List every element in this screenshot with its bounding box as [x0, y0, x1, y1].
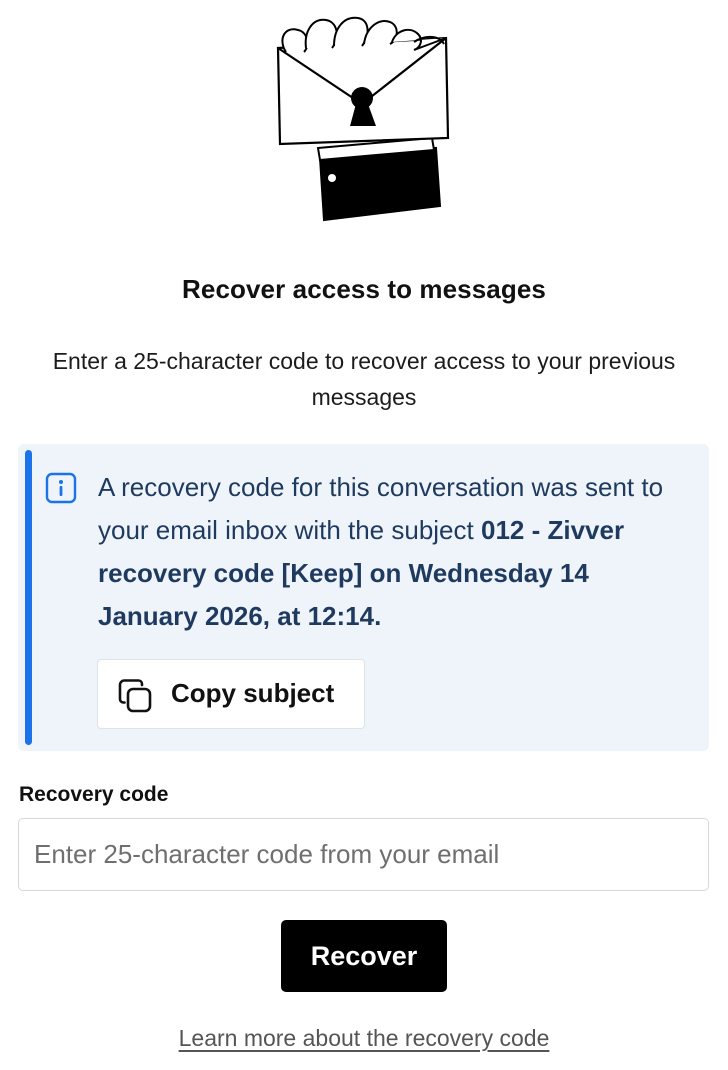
recovery-info-panel: A recovery code for this conversation wa…: [18, 444, 709, 751]
recover-button[interactable]: Recover: [281, 920, 447, 992]
copy-subject-label: Copy subject: [171, 678, 335, 708]
recovery-code-label: Recovery code: [19, 783, 169, 806]
page-subtitle: Enter a 25-character code to recover acc…: [52, 348, 676, 410]
info-message: A recovery code for this conversation wa…: [98, 466, 688, 638]
info-accent-bar: [25, 450, 32, 745]
copy-subject-button[interactable]: Copy subject: [97, 659, 365, 729]
page-title: Recover access to messages: [182, 274, 546, 304]
envelope-keyhole-illustration: [276, 16, 450, 222]
info-icon: [45, 472, 77, 504]
learn-more-link[interactable]: Learn more about the recovery code: [0, 1025, 728, 1052]
recovery-code-input[interactable]: [18, 818, 709, 891]
copy-icon: [118, 679, 152, 713]
